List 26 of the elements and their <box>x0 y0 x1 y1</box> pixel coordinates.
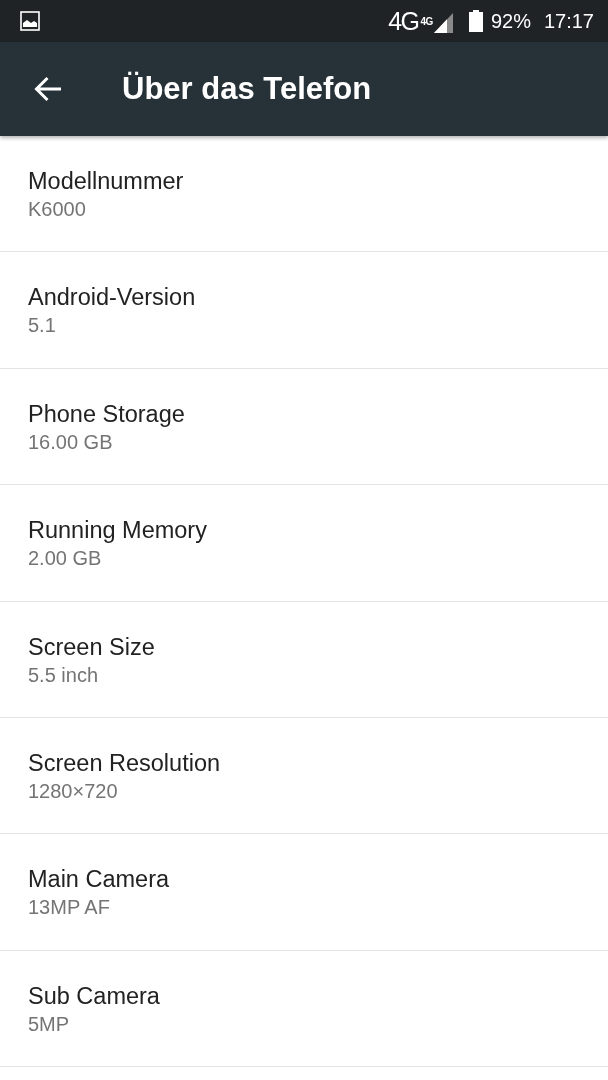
setting-title: Main Camera <box>28 865 170 895</box>
back-button[interactable] <box>34 76 62 102</box>
setting-title: Sub Camera <box>28 981 160 1011</box>
setting-title: Modellnummer <box>28 167 184 196</box>
setting-title: Screen Size <box>28 632 155 662</box>
setting-value: 1280×720 <box>28 778 118 804</box>
network-type: 4G <box>388 8 419 34</box>
setting-title: Android-Version <box>28 283 196 313</box>
image-icon <box>20 11 40 31</box>
setting-title: Phone Storage <box>28 399 185 429</box>
back-arrow-icon <box>34 76 62 102</box>
battery-percentage: 92% <box>490 9 531 33</box>
clock-time: 17:17 <box>543 9 594 33</box>
network-superscript-label: 4G <box>420 17 433 27</box>
setting-title: Running Memory <box>28 516 207 546</box>
battery-icon <box>468 10 483 32</box>
setting-value: 2.00 GB <box>28 546 102 572</box>
setting-value: 5.5 inch <box>28 662 99 688</box>
setting-value: K6000 <box>28 197 86 222</box>
signal-icon <box>433 12 453 33</box>
setting-value: 13MP AF <box>28 895 110 921</box>
setting-value: 16.00 GB <box>28 429 113 455</box>
setting-value: 5MP <box>28 1011 70 1037</box>
screen-title: Über das Telefon <box>122 71 372 107</box>
setting-title: Screen Resolution <box>28 748 221 778</box>
setting-value: 5.1 <box>28 313 56 339</box>
